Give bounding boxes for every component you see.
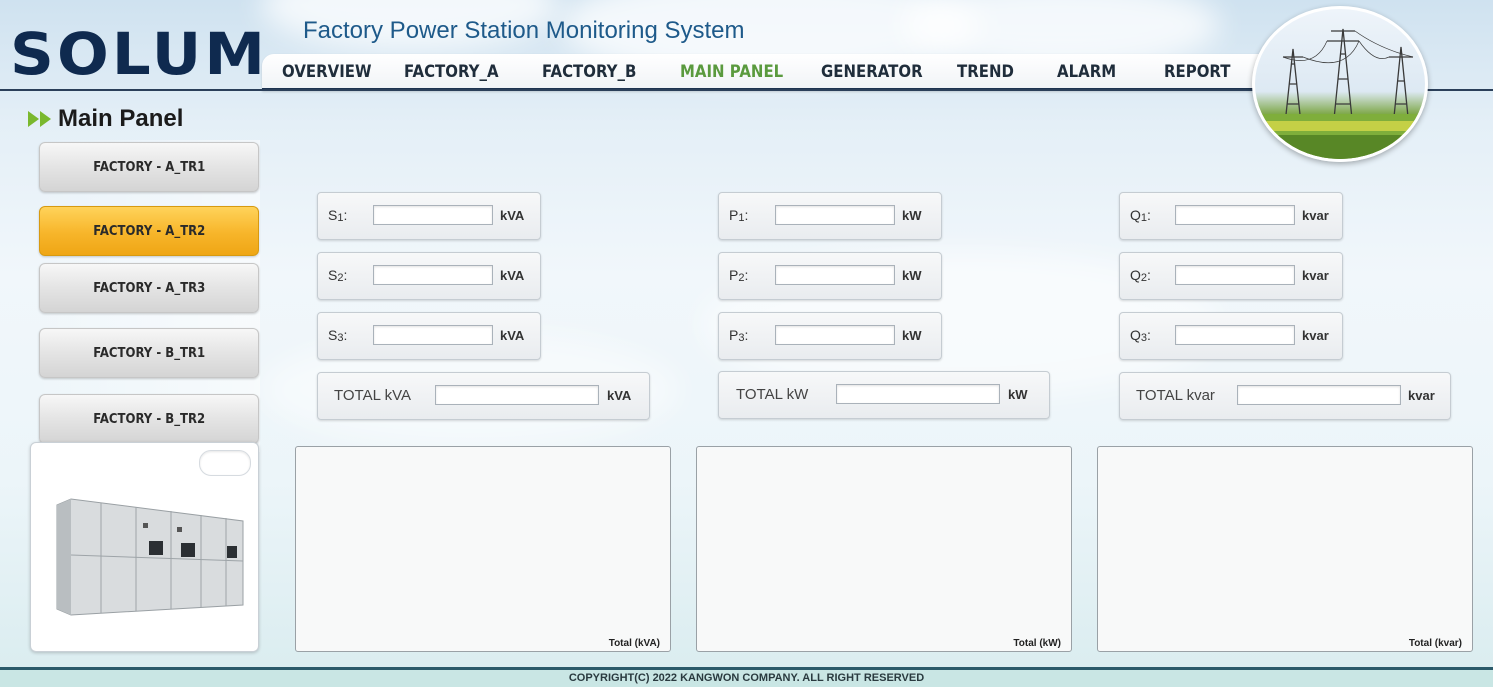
nav-factory-b[interactable]: FACTORY_B <box>542 62 636 82</box>
q2-value-field[interactable] <box>1175 265 1295 285</box>
nav-generator[interactable]: GENERATOR <box>821 62 923 82</box>
sidebar-item-factory-b-tr2[interactable]: FACTORY - B_TR2 <box>39 394 259 444</box>
total-kw-label: TOTAL kW <box>736 386 809 403</box>
sidebar-item-factory-a-tr3[interactable]: FACTORY - A_TR3 <box>39 263 259 313</box>
s1-value-field[interactable] <box>373 205 493 225</box>
total-kvar-label: TOTAL kvar <box>1136 387 1215 404</box>
nav-main-panel[interactable]: MAIN PANEL <box>680 62 783 82</box>
p3-measure-box: P3: kW <box>718 312 942 360</box>
total-kvar-unit: kvar <box>1408 388 1435 403</box>
total-kvar-field[interactable] <box>1237 385 1401 405</box>
q3-unit: kvar <box>1302 328 1329 343</box>
p2-unit: kW <box>902 268 922 283</box>
total-kw-chart-caption: Total (kW) <box>1013 638 1061 649</box>
sidebar-item-label: FACTORY - B_TR2 <box>93 411 205 427</box>
q1-measure-box: Q1: kvar <box>1119 192 1343 240</box>
q2-label: Q2: <box>1130 267 1151 284</box>
p3-unit: kW <box>902 328 922 343</box>
power-tower-image <box>1252 6 1428 162</box>
nav-trend[interactable]: TREND <box>957 62 1014 82</box>
s3-measure-box: S3: kVA <box>317 312 541 360</box>
total-kw-field[interactable] <box>836 384 1000 404</box>
s3-unit: kVA <box>500 328 525 343</box>
solum-logo: SOLUM <box>10 20 269 88</box>
total-kva-box: TOTAL kVA kVA <box>317 372 650 420</box>
total-kw-chart-panel: Total (kW) <box>696 446 1072 652</box>
q1-value-field[interactable] <box>1175 205 1295 225</box>
total-kva-field[interactable] <box>435 385 599 405</box>
power-tower-icon <box>1255 28 1425 159</box>
s2-label: S2: <box>328 267 348 284</box>
s1-measure-box: S1: kVA <box>317 192 541 240</box>
s2-measure-box: S2: kVA <box>317 252 541 300</box>
q3-label: Q3: <box>1130 327 1151 344</box>
app-title: Factory Power Station Monitoring System <box>303 17 745 44</box>
p1-unit: kW <box>902 208 922 223</box>
sidebar-item-label: FACTORY - B_TR1 <box>93 345 205 361</box>
double-arrow-icon <box>28 111 51 127</box>
q1-label: Q1: <box>1130 207 1151 224</box>
q2-measure-box: Q2: kvar <box>1119 252 1343 300</box>
total-kva-unit: kVA <box>607 388 632 403</box>
s1-unit: kVA <box>500 208 525 223</box>
total-kva-label: TOTAL kVA <box>334 387 411 404</box>
p1-measure-box: P1: kW <box>718 192 942 240</box>
q1-unit: kvar <box>1302 208 1329 223</box>
nav-factory-a[interactable]: FACTORY_A <box>404 62 499 82</box>
sidebar-item-factory-a-tr1[interactable]: FACTORY - A_TR1 <box>39 142 259 192</box>
total-kw-box: TOTAL kW kW <box>718 371 1050 419</box>
total-kva-chart-caption: Total (kVA) <box>608 638 660 649</box>
q2-unit: kvar <box>1302 268 1329 283</box>
total-kvar-chart-panel: Total (kvar) <box>1097 446 1473 652</box>
nav-report[interactable]: REPORT <box>1164 62 1230 82</box>
sidebar-item-label: FACTORY - A_TR3 <box>92 280 206 296</box>
page-title: Main Panel <box>58 105 184 132</box>
p1-label: P1: <box>729 207 749 224</box>
s1-label: S1: <box>328 207 348 224</box>
p2-value-field[interactable] <box>775 265 895 285</box>
nav-overview[interactable]: OVERVIEW <box>282 62 371 82</box>
q3-measure-box: Q3: kvar <box>1119 312 1343 360</box>
sidebar-item-factory-a-tr2[interactable]: FACTORY - A_TR2 <box>39 206 259 256</box>
sidebar-item-label: FACTORY - A_TR1 <box>92 159 206 175</box>
p3-value-field[interactable] <box>775 325 895 345</box>
s3-value-field[interactable] <box>373 325 493 345</box>
total-kvar-chart-caption: Total (kvar) <box>1408 638 1462 649</box>
q3-value-field[interactable] <box>1175 325 1295 345</box>
total-kw-unit: kW <box>1008 387 1028 402</box>
footer-copyright: COPYRIGHT(C) 2022 KANGWON COMPANY. ALL R… <box>0 670 1493 687</box>
nav-alarm[interactable]: ALARM <box>1057 62 1116 82</box>
sidebar-item-label: FACTORY - A_TR2 <box>92 223 206 239</box>
p2-measure-box: P2: kW <box>718 252 942 300</box>
sidebar-item-factory-b-tr1[interactable]: FACTORY - B_TR1 <box>39 328 259 378</box>
photo-toggle-switch[interactable] <box>199 450 251 476</box>
s2-unit: kVA <box>500 268 525 283</box>
p3-label: P3: <box>729 327 749 344</box>
p2-label: P2: <box>729 267 749 284</box>
s2-value-field[interactable] <box>373 265 493 285</box>
total-kvar-box: TOTAL kvar kvar <box>1119 372 1451 420</box>
s3-label: S3: <box>328 327 348 344</box>
p1-value-field[interactable] <box>775 205 895 225</box>
total-kva-chart-panel: Total (kVA) <box>295 446 671 652</box>
